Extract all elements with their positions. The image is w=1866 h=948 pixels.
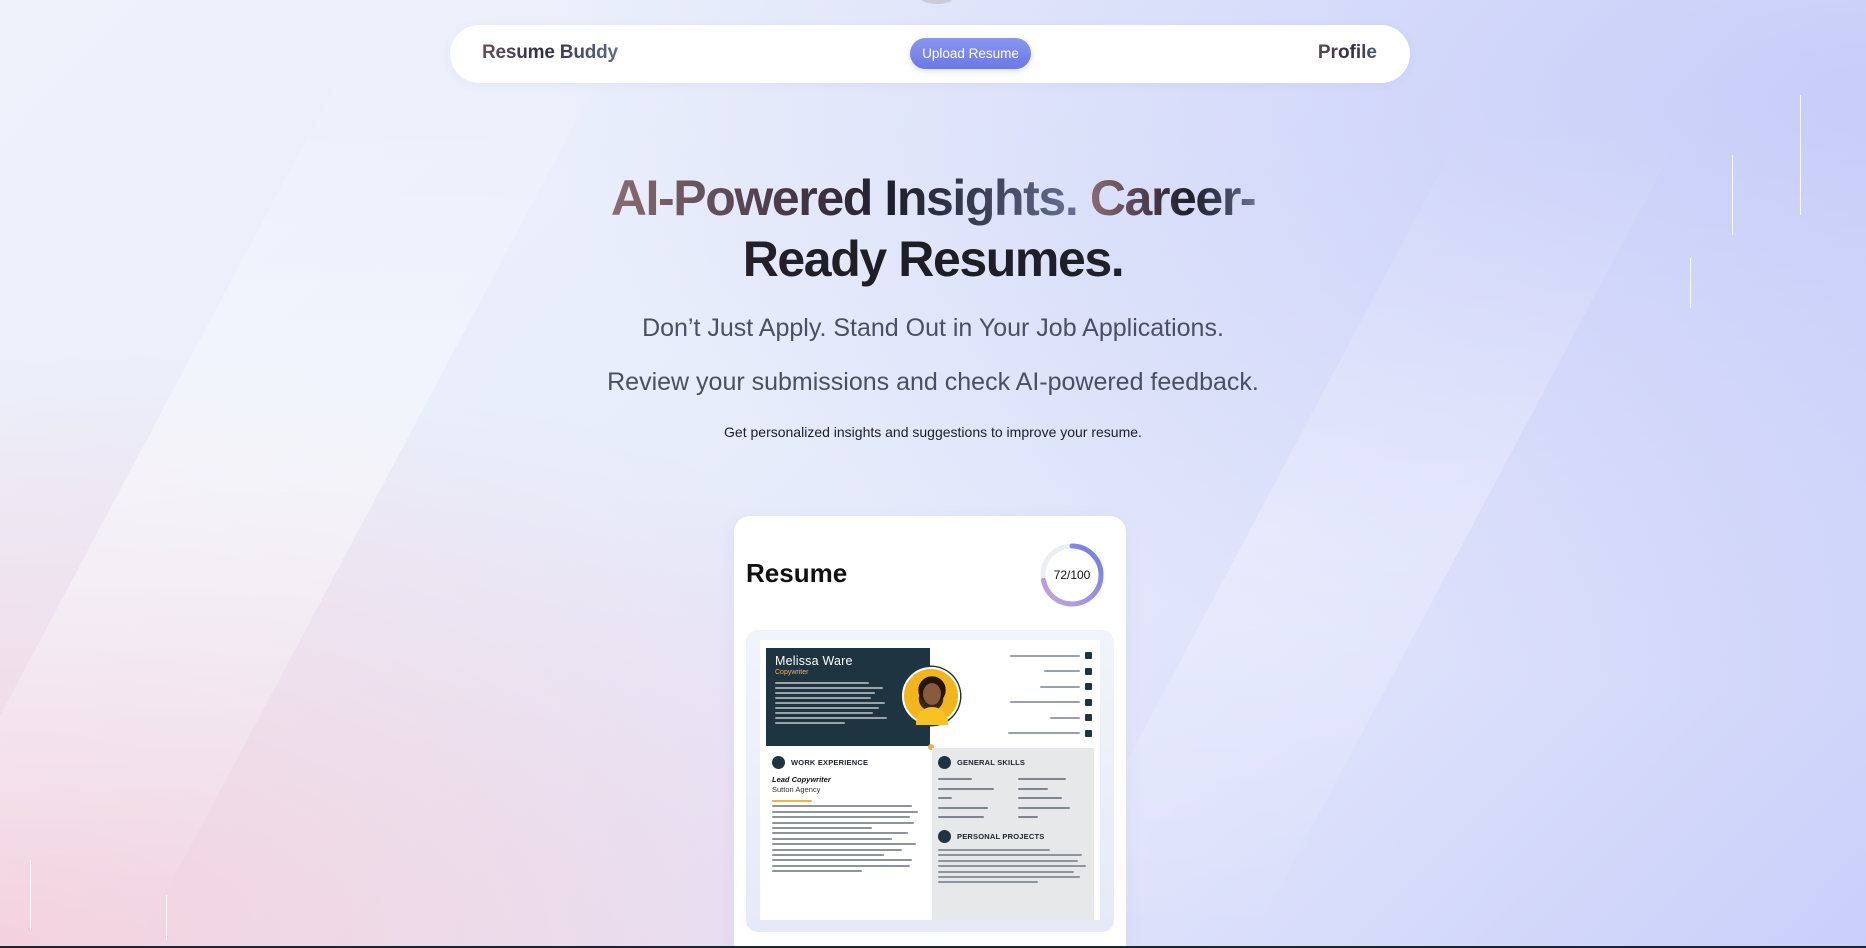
- personal-projects-heading: PERSONAL PROJECTS: [938, 830, 1088, 843]
- skills-list: [938, 778, 1088, 818]
- upload-resume-button[interactable]: Upload Resume: [910, 38, 1031, 69]
- resume-preview[interactable]: Melissa Ware Copywriter WORK EXPERIENCE …: [746, 630, 1114, 932]
- hero-title-line2: Ready Resumes.: [0, 229, 1866, 290]
- hero-caption: Get personalized insights and suggestion…: [724, 424, 1142, 440]
- hero-title-part1: AI-Powered Insights.: [610, 170, 1079, 226]
- hero-title: AI-Powered Insights. Career- Ready Resum…: [0, 168, 1866, 290]
- resume-card-title: Resume: [746, 558, 848, 588]
- resume-document-thumbnail: Melissa Ware Copywriter WORK EXPERIENCE …: [760, 640, 1100, 920]
- rocket-icon: [938, 830, 951, 843]
- resume-avatar: [902, 667, 960, 725]
- score-text: 72/100: [1053, 568, 1091, 582]
- resume-summary: [775, 682, 921, 724]
- hero-description: Review your submissions and check AI-pow…: [607, 368, 1259, 396]
- decor-line: [166, 895, 167, 940]
- hero-title-part2: Career-: [1089, 170, 1257, 226]
- resume-right-column: GENERAL SKILLS PERSONAL PROJECTS: [932, 748, 1094, 920]
- resume-card[interactable]: Resume 72/100 Melissa Ware Copywriter WO…: [734, 516, 1126, 948]
- briefcase-icon: [772, 756, 785, 769]
- profile-link[interactable]: Profile: [1318, 42, 1377, 64]
- top-navbar: Resume Buddy Upload Resume Profile: [450, 25, 1410, 83]
- decor-line: [30, 860, 31, 930]
- job-title: Lead Copywriter: [772, 775, 831, 784]
- brand-logo-link[interactable]: Resume Buddy: [482, 42, 618, 64]
- hero-subtitle: Don’t Just Apply. Stand Out in Your Job …: [642, 314, 1224, 342]
- score-ring: 72/100: [1039, 542, 1105, 608]
- resume-contact-list: [992, 648, 1092, 741]
- work-experience-heading: WORK EXPERIENCE: [772, 756, 924, 769]
- lightbulb-icon: [938, 756, 951, 769]
- general-skills-heading: GENERAL SKILLS: [938, 756, 1088, 769]
- work-experience-text: [772, 800, 924, 873]
- resume-name: Melissa Ware: [775, 654, 853, 668]
- personal-projects-text: [938, 849, 1088, 884]
- company-name: Sutton Agency: [772, 785, 821, 794]
- resume-role: Copywriter: [775, 669, 809, 676]
- scroll-indicator: [920, 0, 954, 4]
- resume-left-column: WORK EXPERIENCE Lead Copywriter Sutton A…: [766, 748, 930, 920]
